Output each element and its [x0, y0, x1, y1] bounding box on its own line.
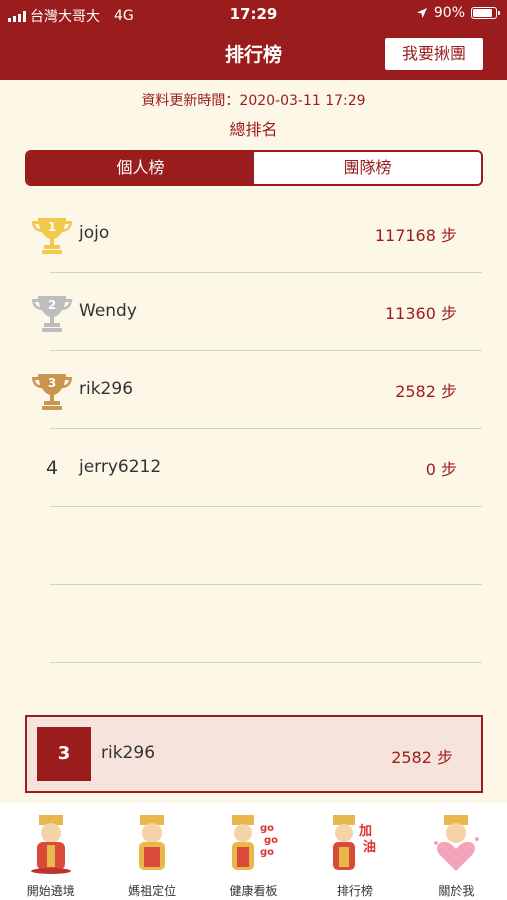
my-rank-name: rik296 [101, 743, 156, 763]
svg-text:2: 2 [48, 298, 56, 312]
row-divider [50, 662, 482, 663]
tabbar-label: 關於我 [438, 884, 475, 898]
tabbar-label: 排行榜 [336, 884, 373, 898]
svg-text:油: 油 [363, 839, 376, 855]
svg-text:go: go [264, 835, 278, 846]
tabbar-item-ranking[interactable]: 加 油 排行榜 [304, 803, 405, 900]
bottom-tab-bar: 開始遶境 媽祖定位 go go go 健康看板 加 油 排行榜 關於我 [0, 803, 507, 900]
gold-trophy-icon: 1 [32, 218, 72, 254]
ranking-tabs: 個人榜 團隊榜 [25, 150, 483, 186]
my-rank-badge: 3 [37, 727, 91, 781]
tab-individual[interactable]: 個人榜 [27, 152, 254, 184]
overall-ranking-title: 總排名 [229, 120, 278, 139]
silver-trophy-icon: 2 [32, 296, 72, 332]
tabbar-label: 健康看板 [229, 884, 278, 898]
svg-text:3: 3 [48, 376, 56, 390]
update-time: 資料更新時間：2020-03-11 17:29 [141, 93, 366, 109]
ranking-steps: 0 步 [425, 460, 457, 479]
battery-percent: 90% [433, 5, 465, 21]
tabbar-item-health[interactable]: go go go 健康看板 [203, 803, 304, 900]
svg-text:go: go [260, 823, 274, 834]
ranking-steps: 2582 步 [395, 382, 457, 401]
svg-text:go: go [260, 847, 274, 858]
ranking-row[interactable]: 3 rik296 2582 步 [0, 351, 507, 429]
svg-text:1: 1 [48, 220, 56, 234]
ranking-list: 1 jojo 117168 步 2 Wendy 11360 步 3 rik296… [0, 195, 507, 663]
empty-row [0, 507, 507, 585]
battery-icon [471, 7, 500, 19]
top-bar: 台灣大哥大 4G 17:29 90% 排行榜 我要揪團 [0, 0, 507, 80]
team-up-button[interactable]: 我要揪團 [385, 38, 483, 70]
empty-row [0, 585, 507, 663]
my-rank-steps: 2582 步 [391, 748, 453, 767]
tabbar-item-start[interactable]: 開始遶境 [0, 803, 101, 900]
ranking-name: Wendy [79, 301, 137, 321]
my-rank-card: 3 rik296 2582 步 [25, 715, 483, 793]
ranking-row[interactable]: 4 jerry6212 0 步 [0, 429, 507, 507]
ranking-steps: 117168 步 [374, 226, 457, 245]
ranking-row[interactable]: 2 Wendy 11360 步 [0, 273, 507, 351]
bronze-trophy-icon: 3 [32, 374, 72, 410]
mazu-gogo-icon: go go go [231, 815, 278, 870]
ranking-name: jerry6212 [79, 457, 162, 477]
svg-text:加: 加 [358, 824, 372, 839]
ranking-name: jojo [79, 223, 110, 243]
location-arrow-icon [416, 8, 427, 18]
ranking-steps: 11360 步 [385, 304, 457, 323]
ranking-name: rik296 [79, 379, 134, 399]
status-bar: 台灣大哥大 4G 17:29 90% [0, 0, 507, 28]
tabbar-label: 開始遶境 [26, 884, 75, 898]
mazu-start-icon [30, 815, 71, 874]
ranking-number: 4 [46, 457, 59, 479]
tabbar-item-about[interactable]: 關於我 [406, 803, 507, 900]
mazu-heart-icon [434, 815, 480, 871]
mazu-cheer-icon: 加 油 [332, 815, 376, 870]
tabbar-item-location[interactable]: 媽祖定位 [101, 803, 202, 900]
mazu-location-icon [139, 815, 166, 870]
ranking-row[interactable]: 1 jojo 117168 步 [0, 195, 507, 273]
tab-team[interactable]: 團隊榜 [254, 152, 481, 184]
tabbar-label: 媽祖定位 [128, 884, 177, 898]
